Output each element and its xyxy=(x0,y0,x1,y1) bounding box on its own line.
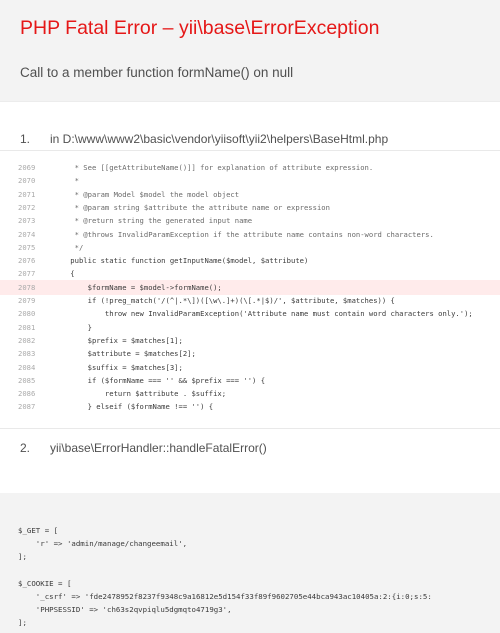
code-line: 2087 } elseif ($formName !== '') { xyxy=(0,399,500,414)
var-line: 'r' => 'admin/manage/changeemail', xyxy=(18,539,188,548)
error-message: Call to a member function formName() on … xyxy=(20,65,294,80)
var-line: ]; xyxy=(18,552,27,561)
call-stack-item-2[interactable]: 2. yii\base\ErrorHandler::handleFatalErr… xyxy=(0,436,500,458)
error-header: PHP Fatal Error – yii\base\ErrorExceptio… xyxy=(0,0,500,102)
code-text: } elseif ($formName !== '') { xyxy=(53,402,214,412)
var-line: ]; xyxy=(18,618,27,627)
error-title: PHP Fatal Error – yii\base\ErrorExceptio… xyxy=(20,17,380,39)
divider xyxy=(0,150,500,151)
var-line: 'PHPSESSID' => 'ch63s2qvpiqlu5dgmqto4719… xyxy=(18,605,232,614)
var-line: $_COOKIE = [ xyxy=(18,579,72,588)
call-item-number: 1. xyxy=(20,132,31,146)
var-line: '_csrf' => 'fde2478952f8237f9348c9a16812… xyxy=(18,592,432,601)
request-variables: $_GET = [ 'r' => 'admin/manage/changeema… xyxy=(0,493,500,633)
call-stack-item-1[interactable]: 1. in D:\www\www2\basic\vendor\yiisoft\y… xyxy=(0,127,500,149)
var-line: $_GET = [ xyxy=(18,526,59,535)
call-item-function: yii\base\ErrorHandler::handleFatalError(… xyxy=(50,441,267,455)
call-item-file: in D:\www\www2\basic\vendor\yiisoft\yii2… xyxy=(50,132,389,146)
call-item-number: 2. xyxy=(20,441,31,455)
divider xyxy=(0,428,500,429)
line-number: 2087 xyxy=(18,402,36,412)
